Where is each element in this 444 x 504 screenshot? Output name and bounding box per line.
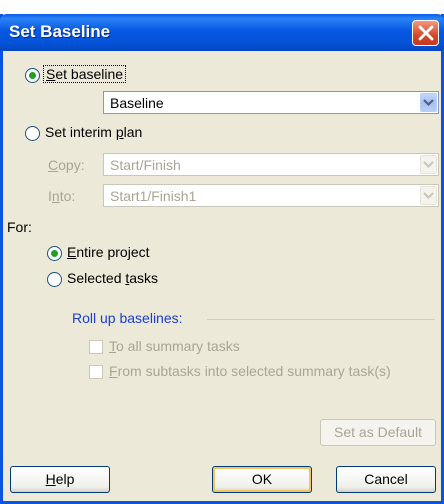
chevron-down-icon — [423, 192, 434, 200]
copy-select-value: Start/Finish — [110, 157, 181, 173]
set-as-default-button[interactable]: Set as Default — [320, 419, 436, 446]
set-baseline-radio[interactable] — [25, 68, 40, 83]
set-interim-plan-radio[interactable] — [25, 126, 40, 141]
group-divider — [207, 319, 435, 320]
baseline-select[interactable]: Baseline — [103, 91, 439, 114]
ok-button[interactable]: OK — [212, 466, 312, 493]
from-subtasks-label[interactable]: From subtasks into selected summary task… — [109, 363, 391, 379]
baseline-dropdown-button[interactable] — [420, 93, 437, 112]
dialog-title: Set Baseline — [9, 22, 111, 41]
selected-tasks-radio[interactable] — [47, 272, 62, 287]
set-baseline-dialog: Set Baseline Set baseline Baseline Set i… — [0, 14, 444, 504]
chevron-down-icon — [423, 99, 434, 107]
cancel-button[interactable]: Cancel — [336, 466, 436, 493]
to-all-summary-tasks-checkbox[interactable] — [89, 340, 103, 354]
entire-project-radio[interactable] — [47, 246, 62, 261]
title-bar[interactable]: Set Baseline — [0, 14, 444, 51]
close-button[interactable] — [412, 20, 439, 46]
from-subtasks-checkbox[interactable] — [89, 365, 103, 379]
copy-select[interactable]: Start/Finish — [103, 153, 439, 176]
to-all-summary-tasks-label[interactable]: To all summary tasks — [109, 338, 240, 354]
baseline-select-value: Baseline — [110, 95, 164, 111]
entire-project-label[interactable]: Entire project — [67, 244, 150, 260]
chevron-down-icon — [423, 161, 434, 169]
set-interim-plan-label[interactable]: Set interim plan — [45, 124, 142, 140]
help-button[interactable]: Help — [10, 466, 110, 493]
copy-dropdown-button[interactable] — [420, 155, 437, 174]
set-baseline-label[interactable]: Set baseline — [43, 65, 127, 83]
into-dropdown-button[interactable] — [420, 186, 437, 205]
copy-label: Copy: — [48, 157, 85, 173]
close-icon — [418, 25, 434, 41]
into-label: Into: — [48, 188, 76, 204]
roll-up-baselines-heading: Roll up baselines: — [72, 310, 183, 326]
into-select[interactable]: Start1/Finish1 — [103, 184, 439, 207]
for-label: For: — [7, 219, 32, 235]
into-select-value: Start1/Finish1 — [110, 188, 197, 204]
selected-tasks-label[interactable]: Selected tasks — [67, 270, 158, 286]
